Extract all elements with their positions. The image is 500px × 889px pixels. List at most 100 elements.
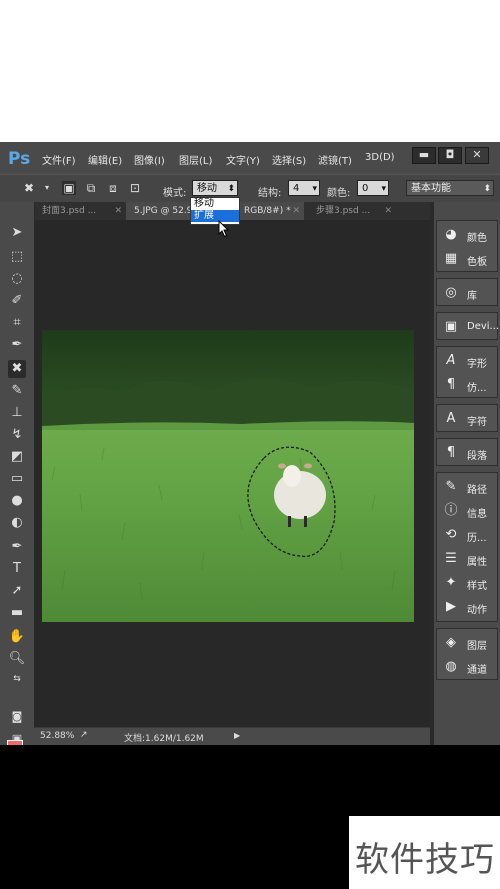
dropdown-arrow-icon: ▾	[312, 184, 317, 194]
top-letterbox	[0, 0, 500, 142]
subtract-selection-icon[interactable]: ⧈	[106, 181, 120, 195]
options-bar: ✖ ▾ ▣ ⧉ ⧈ ⊡ 模式: 移动 ⬍ 结构: 4 ▾ 颜色: 0 ▾ 基本功…	[0, 174, 500, 204]
paragraph-icon: ¶	[446, 445, 456, 460]
panel-channels[interactable]: ◍ 通道	[437, 655, 499, 679]
dodge-tool-icon[interactable]: ◐	[8, 514, 26, 532]
eyedropper-tool-icon[interactable]: ✒	[8, 336, 26, 354]
mode-option-move[interactable]: 移动	[191, 198, 239, 210]
type-tool-icon[interactable]: T	[8, 560, 26, 578]
panel-label: 色板	[467, 257, 487, 268]
panel-glyphs[interactable]: A 字形	[437, 349, 499, 373]
status-bar: 52.88% ↗ 文档:1.62M/1.62M ▶	[34, 728, 430, 745]
content-aware-move-icon[interactable]: ✖	[8, 360, 26, 378]
tab-cover3[interactable]: 封面3.psd ... ✕	[34, 202, 126, 220]
tools-panel: ➤ ⬚ ◌ ✐ ⌗ ✒ ✖ ✎ ⊥ ↯ ◩ ▭ ● ◐ ✒ T ➚ ▬ ✋ 🔍︎…	[0, 202, 35, 745]
lasso-tool-icon[interactable]: ◌	[8, 270, 26, 288]
close-icon[interactable]: ✕	[384, 202, 392, 220]
panel-styles[interactable]: ✦ 样式	[437, 571, 499, 595]
tab-label: RGB/8#) *	[244, 206, 291, 216]
menu-3d[interactable]: 3D(D)	[365, 152, 395, 163]
tab-5jpg-mode[interactable]: RGB/8#) * ✕	[234, 202, 304, 220]
close-icon[interactable]: ✕	[114, 202, 122, 220]
panel-actions[interactable]: ▶ 动作	[437, 595, 499, 619]
eraser-tool-icon[interactable]: ◩	[8, 448, 26, 466]
swap-colors-icon[interactable]: ⇆	[8, 670, 26, 688]
close-button[interactable]: ✕	[465, 147, 489, 164]
close-icon[interactable]: ✕	[292, 202, 300, 220]
history-brush-icon[interactable]: ↯	[8, 426, 26, 444]
restore-button[interactable]: ◘	[438, 147, 462, 164]
panel-character[interactable]: A 字符	[437, 407, 499, 431]
shape-tool-icon[interactable]: ▬	[8, 604, 26, 622]
menu-layer[interactable]: 图层(L)	[179, 152, 212, 167]
channels-icon: ◍	[445, 659, 457, 674]
panel-group-character: A 字符	[436, 404, 498, 432]
panel-label: 通道	[467, 665, 487, 676]
panel-swatches[interactable]: ▦ 色板	[437, 247, 499, 271]
marquee-tool-icon[interactable]: ⬚	[8, 248, 26, 266]
panel-label: 仿...	[467, 383, 487, 394]
panel-info[interactable]: ⓘ 信息	[437, 499, 499, 523]
menu-select[interactable]: 选择(S)	[272, 152, 306, 167]
panel-label: 段落	[467, 451, 487, 462]
panel-label: 字形	[467, 359, 487, 370]
menu-filter[interactable]: 滤镜(T)	[318, 152, 352, 167]
character-icon: A	[446, 353, 456, 368]
export-icon[interactable]: ↗	[80, 730, 88, 740]
tab-step3[interactable]: 步骤3.psd ... ✕	[308, 202, 396, 220]
blur-tool-icon[interactable]: ●	[8, 492, 26, 510]
select-chevron-icon: ⬍	[483, 184, 491, 194]
brush-tool-icon[interactable]: ✎	[8, 382, 26, 400]
path-selection-icon[interactable]: ➚	[8, 582, 26, 600]
panel-libraries[interactable]: ◎ 库	[437, 281, 499, 305]
status-menu-arrow-icon[interactable]: ▶	[234, 731, 240, 740]
pen-tool-icon[interactable]: ✒	[8, 538, 26, 556]
panel-paragraph[interactable]: ¶ 段落	[437, 441, 499, 465]
panel-properties[interactable]: ☰ 属性	[437, 547, 499, 571]
panel-device-preview[interactable]: ▣ Devi...	[437, 315, 499, 339]
properties-icon: ☰	[445, 551, 457, 566]
menu-file[interactable]: 文件(F)	[42, 152, 76, 167]
mode-dropdown-list: 移动 扩展	[190, 197, 240, 225]
menu-image[interactable]: 图像(I)	[134, 152, 165, 167]
quick-mask-icon[interactable]: ◙	[8, 708, 26, 726]
add-selection-icon[interactable]: ⧉	[84, 181, 98, 195]
panel-group-layers: ◈ 图层 ◍ 通道	[436, 628, 498, 680]
info-icon: ⓘ	[444, 503, 458, 518]
zoom-tool-icon[interactable]: 🔍︎	[8, 650, 26, 668]
panel-paths[interactable]: ✎ 路径	[437, 475, 499, 499]
layers-icon: ◈	[446, 635, 456, 650]
workspace-select[interactable]: 基本功能 ⬍	[406, 180, 494, 196]
crop-tool-icon[interactable]: ⌗	[8, 314, 26, 332]
gradient-tool-icon[interactable]: ▭	[8, 470, 26, 488]
intersect-selection-icon[interactable]: ⊡	[128, 181, 142, 195]
mode-option-extend[interactable]: 扩展	[191, 210, 239, 222]
panel-layers[interactable]: ◈ 图层	[437, 631, 499, 655]
panel-paragraph-styles[interactable]: ¶ 仿...	[437, 373, 499, 397]
new-selection-icon[interactable]: ▣	[62, 181, 76, 195]
zoom-level[interactable]: 52.88%	[40, 731, 74, 741]
dropdown-arrow-icon: ▾	[381, 184, 386, 194]
panel-group-libraries: ◎ 库	[436, 278, 498, 306]
styles-icon: ✦	[445, 575, 457, 590]
tool-preset-chevron-icon[interactable]: ▾	[40, 181, 54, 195]
libraries-icon: ◎	[445, 285, 457, 300]
photoshop-window: Ps 文件(F) 编辑(E) 图像(I) 图层(L) 文字(Y) 选择(S) 滤…	[0, 142, 500, 745]
panel-color[interactable]: ◕ 颜色	[437, 223, 499, 247]
color-select[interactable]: 0 ▾	[357, 180, 389, 196]
structure-select[interactable]: 4 ▾	[288, 180, 320, 196]
sheep-photo[interactable]	[42, 330, 414, 622]
panel-group-paths: ✎ 路径 ⓘ 信息 ⟲ 历... ☰ 属性 ✦ 样式 ▶ 动作	[436, 472, 498, 622]
menu-edit[interactable]: 编辑(E)	[88, 152, 122, 167]
content-aware-move-icon[interactable]: ✖	[22, 181, 36, 195]
hand-tool-icon[interactable]: ✋	[8, 628, 26, 646]
foreground-color-swatch[interactable]	[7, 740, 23, 745]
mode-select[interactable]: 移动 ⬍	[192, 180, 238, 196]
move-tool-icon[interactable]: ➤	[8, 224, 26, 242]
menu-type[interactable]: 文字(Y)	[226, 152, 260, 167]
quick-selection-icon[interactable]: ✐	[8, 292, 26, 310]
device-preview-icon: ▣	[444, 319, 458, 334]
panel-history[interactable]: ⟲ 历...	[437, 523, 499, 547]
stamp-tool-icon[interactable]: ⊥	[8, 404, 26, 422]
minimize-button[interactable]: ▬	[412, 147, 436, 164]
